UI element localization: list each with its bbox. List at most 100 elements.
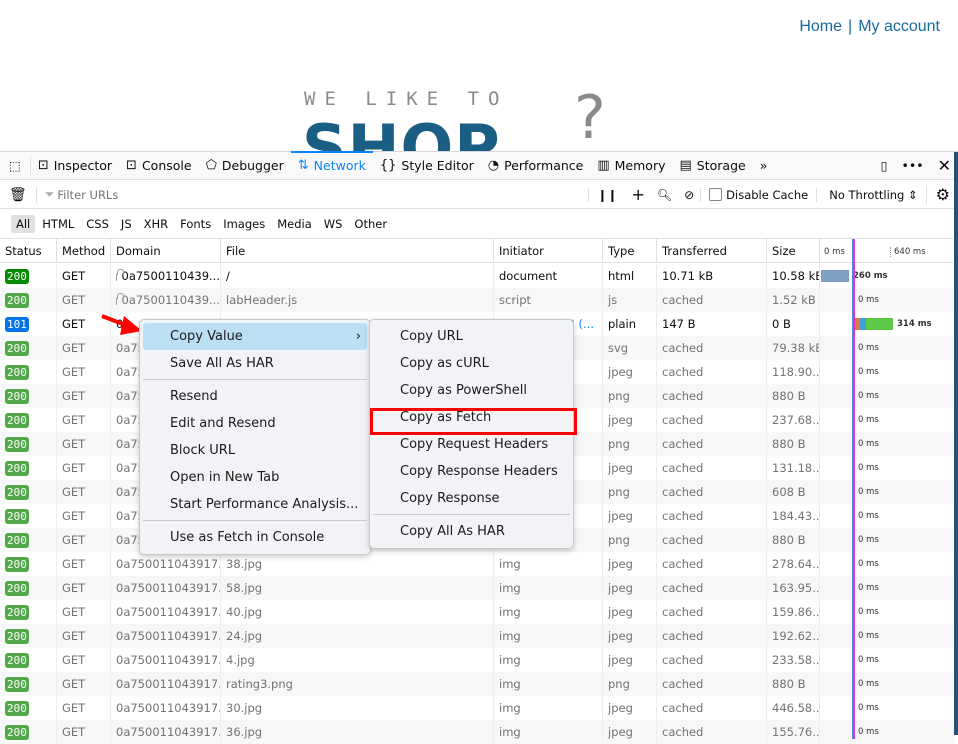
menu-item-resend[interactable]: Resend bbox=[143, 383, 367, 410]
type-filter-ws[interactable]: WS bbox=[319, 215, 348, 233]
cell-method: GET bbox=[56, 360, 110, 384]
size-text: 118.90... bbox=[772, 365, 819, 379]
add-request-icon[interactable]: + bbox=[625, 185, 650, 204]
menu-item-edit-and-resend[interactable]: Edit and Resend bbox=[143, 410, 367, 437]
type-filter-html[interactable]: HTML bbox=[37, 215, 79, 233]
tab-memory[interactable]: ▥ Memory bbox=[590, 152, 672, 180]
menu-item-label: Copy Response bbox=[400, 491, 500, 506]
cell-file: 58.jpg bbox=[220, 576, 493, 600]
size-text: 192.62... bbox=[772, 629, 819, 643]
column-header-waterfall[interactable]: 0 ms 640 ms bbox=[819, 239, 955, 262]
block-icon[interactable]: ⊘ bbox=[678, 188, 700, 202]
menu-button[interactable]: ••• bbox=[894, 152, 930, 180]
type-filter-css[interactable]: CSS bbox=[81, 215, 114, 233]
table-row[interactable]: 200 GET 0a7500110439... labHeader.js script j… bbox=[0, 288, 955, 312]
method-text: GET bbox=[62, 461, 86, 475]
tab-inspector[interactable]: ⊡ Inspector bbox=[31, 152, 119, 180]
table-row[interactable]: 200 GET 0a750011043917... 58.jpg img jpeg cach… bbox=[0, 576, 955, 600]
size-text: 608 B bbox=[772, 485, 806, 499]
table-row[interactable]: 200 GET 0a750011043917... 4.jpg img jpeg cache… bbox=[0, 648, 955, 672]
table-row[interactable]: 200 GET 0a750011043917... 36.jpg img jpeg cach… bbox=[0, 720, 955, 744]
tab-network[interactable]: ⇅ Network bbox=[290, 150, 373, 180]
table-row[interactable]: 200 GET 0a750011043917... rating3.png img png… bbox=[0, 672, 955, 696]
element-picker-button[interactable]: ⬚ bbox=[0, 156, 31, 175]
gauge-icon: ◔ bbox=[487, 158, 500, 173]
type-filter-images[interactable]: Images bbox=[218, 215, 270, 233]
cell-file: 36.jpg bbox=[220, 720, 493, 744]
cell-waterfall: 0 ms bbox=[819, 528, 955, 552]
menu-item-block-url[interactable]: Block URL bbox=[143, 437, 367, 464]
menu-item-copy-url[interactable]: Copy URL bbox=[373, 323, 570, 350]
column-header-status[interactable]: Status bbox=[0, 239, 56, 262]
menu-item-label: Block URL bbox=[170, 443, 236, 458]
tab-style-editor[interactable]: {} Style Editor bbox=[373, 152, 481, 180]
column-header-transferred[interactable]: Transferred bbox=[656, 239, 766, 262]
type-text: png bbox=[608, 677, 630, 691]
table-row[interactable]: 200 GET 0a750011043917... 24.jpg img jpeg cach… bbox=[0, 624, 955, 648]
table-row[interactable]: 200 GET 0a7500110439... / document html 10.71 … bbox=[0, 264, 955, 288]
filter-urls-input[interactable] bbox=[57, 187, 578, 202]
menu-item-copy-response[interactable]: Copy Response bbox=[373, 485, 570, 512]
menu-item-copy-all-as-har[interactable]: Copy All As HAR bbox=[373, 518, 570, 545]
type-text: png bbox=[608, 533, 630, 547]
type-text: jpeg bbox=[608, 629, 633, 643]
menu-item-copy-request-headers[interactable]: Copy Request Headers bbox=[373, 431, 570, 458]
home-link[interactable]: Home bbox=[799, 18, 842, 35]
type-filter-all[interactable]: All bbox=[11, 215, 36, 233]
pause-button[interactable]: ❙❙ bbox=[588, 187, 625, 202]
menu-item-copy-as-powershell[interactable]: Copy as PowerShell bbox=[373, 377, 570, 404]
cell-waterfall: 0 ms bbox=[819, 432, 955, 456]
table-row[interactable]: 200 GET 0a750011043917... 40.jpg img jpeg cach… bbox=[0, 600, 955, 624]
more-tabs-button[interactable]: » bbox=[753, 152, 775, 180]
menu-item-copy-response-headers[interactable]: Copy Response Headers bbox=[373, 458, 570, 485]
column-header-domain[interactable]: Domain bbox=[110, 239, 220, 262]
cell-type: jpeg bbox=[602, 408, 656, 432]
method-text: GET bbox=[62, 629, 86, 643]
menu-item-save-all-as-har[interactable]: Save All As HAR bbox=[143, 350, 367, 377]
table-row[interactable]: 200 GET 0a750011043917... 30.jpg img jpeg cach… bbox=[0, 696, 955, 720]
transferred-text: cached bbox=[662, 605, 704, 619]
type-filter-js[interactable]: JS bbox=[116, 215, 137, 233]
column-header-size[interactable]: Size bbox=[766, 239, 819, 262]
menu-item-label: Copy All As HAR bbox=[400, 524, 505, 539]
table-row[interactable]: 200 GET 0a750011043917... 38.jpg img jpeg cach… bbox=[0, 552, 955, 576]
clear-trash-icon[interactable]: 🗑 bbox=[0, 186, 37, 203]
tab-debugger[interactable]: ⬠ Debugger bbox=[199, 152, 291, 180]
tab-console[interactable]: ⊡ Console bbox=[119, 152, 199, 180]
column-header-file[interactable]: File bbox=[220, 239, 493, 262]
disable-cache-checkbox[interactable]: Disable Cache bbox=[700, 187, 816, 202]
column-header-initiator[interactable]: Initiator bbox=[493, 239, 602, 262]
menu-item-start-performance-analysis[interactable]: Start Performance Analysis... bbox=[143, 491, 367, 518]
menu-item-copy-value[interactable]: Copy Value › bbox=[143, 323, 367, 350]
throttling-select[interactable]: No Throttling ⇕ bbox=[816, 187, 925, 202]
status-badge: 200 bbox=[5, 676, 29, 692]
cell-size: 79.38 kB bbox=[766, 336, 819, 360]
column-header-method[interactable]: Method bbox=[56, 239, 110, 262]
menu-item-open-in-new-tab[interactable]: Open in New Tab bbox=[143, 464, 367, 491]
column-header-type[interactable]: Type bbox=[602, 239, 656, 262]
tab-performance[interactable]: ◔ Performance bbox=[481, 152, 591, 180]
type-text: jpeg bbox=[608, 461, 633, 475]
type-filter-xhr[interactable]: XHR bbox=[139, 215, 174, 233]
cell-type: jpeg bbox=[602, 360, 656, 384]
menu-item-use-as-fetch-in-console[interactable]: Use as Fetch in Console bbox=[143, 524, 367, 551]
type-text: png bbox=[608, 389, 630, 403]
my-account-link[interactable]: My account bbox=[858, 18, 940, 35]
cell-transferred: cached bbox=[656, 456, 766, 480]
cell-waterfall: 0 ms bbox=[819, 720, 955, 744]
type-filter-fonts[interactable]: Fonts bbox=[175, 215, 216, 233]
initiator-text: script bbox=[499, 293, 532, 307]
menu-separator bbox=[373, 514, 570, 515]
tab-storage[interactable]: ▤ Storage bbox=[672, 152, 752, 180]
transferred-text: 147 B bbox=[662, 317, 696, 331]
responsive-mode-button[interactable]: ▯ bbox=[874, 152, 895, 180]
cell-transferred: cached bbox=[656, 576, 766, 600]
cell-file: labHeader.js bbox=[220, 288, 493, 312]
method-text: GET bbox=[62, 725, 86, 739]
menu-item-copy-as-curl[interactable]: Copy as cURL bbox=[373, 350, 570, 377]
domain-text: 0a7500110439... bbox=[121, 293, 221, 307]
scrollbar[interactable] bbox=[954, 152, 958, 735]
type-filter-media[interactable]: Media bbox=[272, 215, 317, 233]
type-filter-other[interactable]: Other bbox=[349, 215, 392, 233]
search-icon[interactable]: 🔍︎ bbox=[651, 188, 678, 202]
